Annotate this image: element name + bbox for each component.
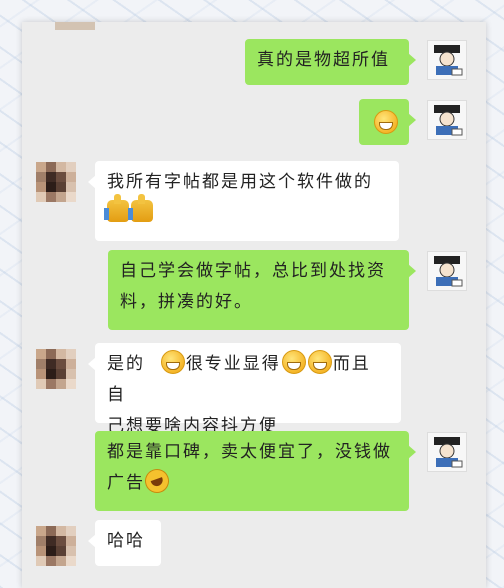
message-text: 哈哈 <box>107 531 145 551</box>
thumbs-up-icon <box>128 194 153 222</box>
message-text: 很专业显得 <box>185 354 281 374</box>
contact-avatar[interactable] <box>36 526 76 566</box>
message-text: 是的 <box>107 354 145 374</box>
message-text-line1: 都是靠口碑，卖太便宜了，没钱做 <box>107 442 392 462</box>
message-bubble[interactable]: 是的 很专业显得 而且自 己想要啥内容抖方便 <box>88 343 401 436</box>
message-bubble[interactable]: 真的是物超所值 <box>245 39 416 85</box>
emoji-row <box>104 194 387 229</box>
chat-window: 真的是物超所值 我所有字帖都是用这个软件做的 自己学会做字帖，总比到处找资 料，… <box>22 22 486 588</box>
message-bubble[interactable]: 哈哈 <box>88 520 161 566</box>
contact-avatar[interactable] <box>36 349 76 389</box>
self-avatar[interactable] <box>427 100 467 140</box>
grin-emoji-icon <box>281 350 306 374</box>
self-avatar[interactable] <box>427 251 467 291</box>
message-text: 真的是物超所值 <box>257 50 390 70</box>
emoji-bubble[interactable] <box>359 99 416 145</box>
message-line2: 广告 <box>107 465 397 499</box>
grin-emoji-icon <box>307 350 332 374</box>
message-bubble[interactable]: 都是靠口碑，卖太便宜了，没钱做 广告 <box>95 431 416 511</box>
cropped-avatar <box>55 22 95 30</box>
message-text: 广告 <box>107 473 145 493</box>
message-bubble[interactable]: 我所有字帖都是用这个软件做的 <box>88 161 399 241</box>
grin-emoji-icon <box>374 110 398 134</box>
message-bubble[interactable]: 自己学会做字帖，总比到处找资 料，拼凑的好。 <box>108 250 416 330</box>
message-line1: 是的 很专业显得 而且自 <box>107 349 389 411</box>
grin-emoji-icon <box>160 350 185 374</box>
message-text-line1: 自己学会做字帖，总比到处找资 <box>120 261 386 281</box>
self-avatar[interactable] <box>427 40 467 80</box>
message-text-line2: 料，拼凑的好。 <box>120 292 253 312</box>
contact-avatar[interactable] <box>36 162 76 202</box>
laughing-emoji-icon <box>141 465 173 497</box>
self-avatar[interactable] <box>427 432 467 472</box>
thumbs-up-icon <box>104 194 129 222</box>
message-text: 我所有字帖都是用这个软件做的 <box>107 172 373 192</box>
